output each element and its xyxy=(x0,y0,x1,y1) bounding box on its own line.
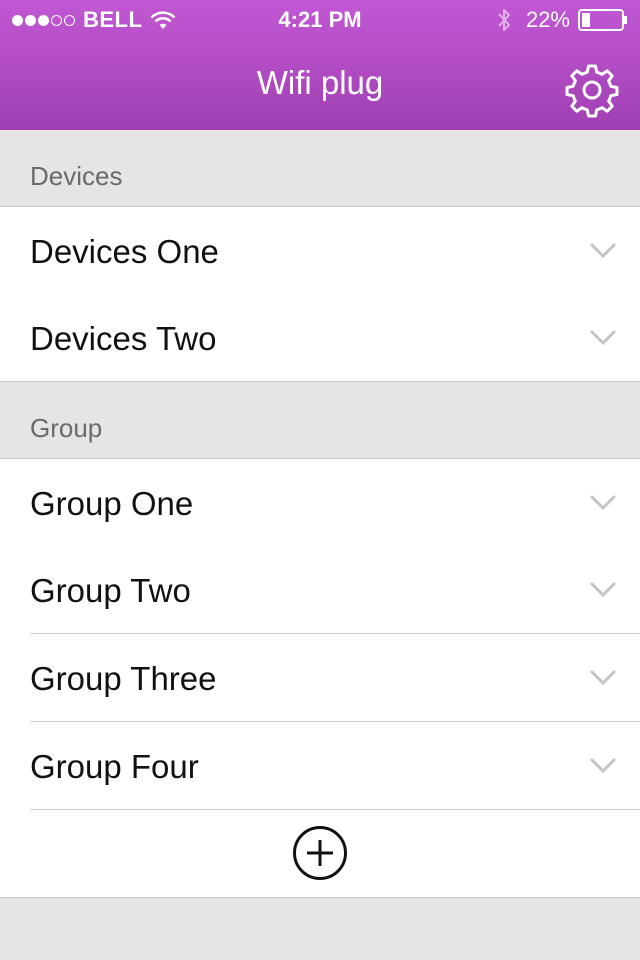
add-circle-icon[interactable] xyxy=(292,825,348,881)
chevron-down-icon[interactable] xyxy=(590,495,616,511)
settings-gear-icon[interactable] xyxy=(564,62,620,118)
battery-percentage: 22% xyxy=(525,7,570,32)
add-group-row xyxy=(0,810,640,898)
chevron-down-icon[interactable] xyxy=(590,582,616,598)
chevron-down-icon[interactable] xyxy=(590,243,616,259)
section-header-group: Group xyxy=(0,382,640,459)
bluetooth-icon xyxy=(498,9,510,31)
battery-icon xyxy=(578,9,627,31)
list-item-group[interactable]: Group Two xyxy=(0,546,640,634)
chevron-down-icon[interactable] xyxy=(590,330,616,346)
top-bar: BELL 4:21 PM 22% Wifi plug xyxy=(0,0,640,130)
status-bar: BELL 4:21 PM 22% xyxy=(0,0,640,40)
list-item-group[interactable]: Group Three xyxy=(0,634,640,722)
chevron-down-icon[interactable] xyxy=(590,758,616,774)
list-item-device[interactable]: Devices Two xyxy=(0,294,640,382)
device-name: Devices Two xyxy=(30,320,217,357)
group-name: Group Two xyxy=(30,572,191,609)
chevron-down-icon[interactable] xyxy=(590,670,616,686)
group-name: Group Four xyxy=(30,748,199,785)
page-title: Wifi plug xyxy=(256,64,384,101)
group-name: Group Three xyxy=(30,660,217,697)
device-name: Devices One xyxy=(30,233,219,270)
section-header-devices: Devices xyxy=(0,130,640,207)
list-item-group[interactable]: Group One xyxy=(0,459,640,547)
status-right: 22% xyxy=(496,7,628,33)
list-item-group[interactable]: Group Four xyxy=(0,722,640,810)
list-item-device[interactable]: Devices One xyxy=(0,207,640,295)
group-name: Group One xyxy=(30,485,194,522)
